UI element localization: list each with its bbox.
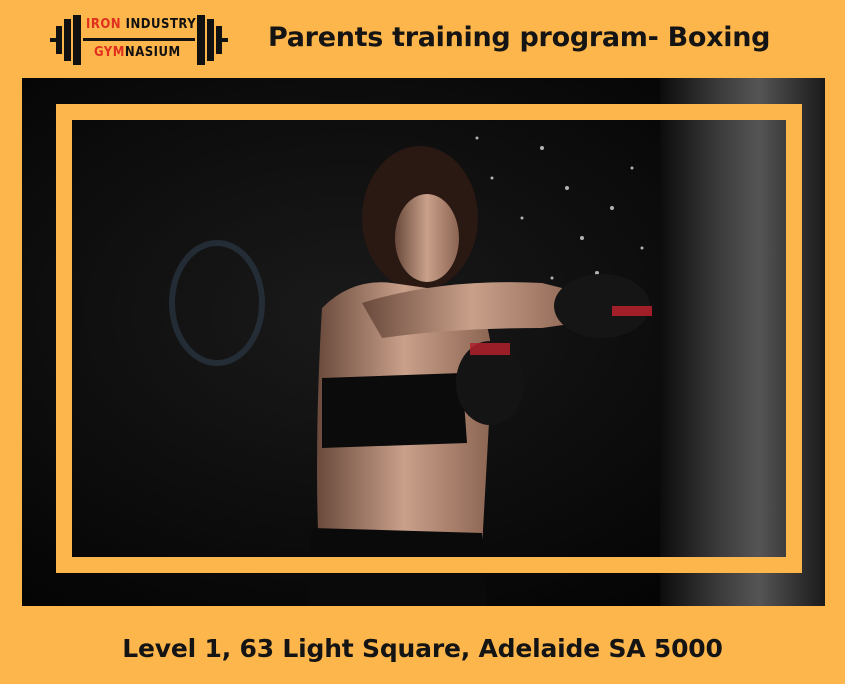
- gym-logo: IRON INDUSTRY GYMNASIUM: [50, 12, 228, 68]
- address-text: Level 1, 63 Light Square, Adelaide SA 50…: [122, 634, 723, 663]
- logo-text-bottom: GYMNASIUM: [94, 45, 181, 60]
- hero-photo: [22, 78, 825, 606]
- boxer-photo-illustration: [22, 78, 825, 606]
- page-title: Parents training program- Boxing: [268, 22, 771, 53]
- logo-text-top: IRON INDUSTRY: [86, 17, 197, 32]
